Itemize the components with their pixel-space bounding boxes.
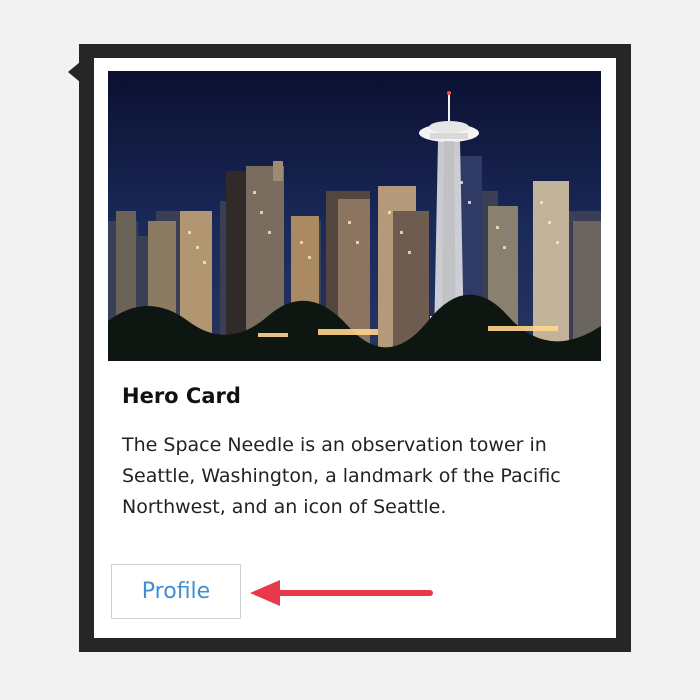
- hero-card: Hero Card The Space Needle is an observa…: [94, 58, 616, 638]
- hero-image: [108, 71, 601, 361]
- profile-button[interactable]: Profile: [111, 564, 241, 619]
- annotation-arrow: [250, 580, 433, 606]
- card-title: Hero Card: [122, 384, 241, 408]
- stage: Hero Card The Space Needle is an observa…: [0, 0, 700, 700]
- card-description: The Space Needle is an observation tower…: [122, 434, 561, 518]
